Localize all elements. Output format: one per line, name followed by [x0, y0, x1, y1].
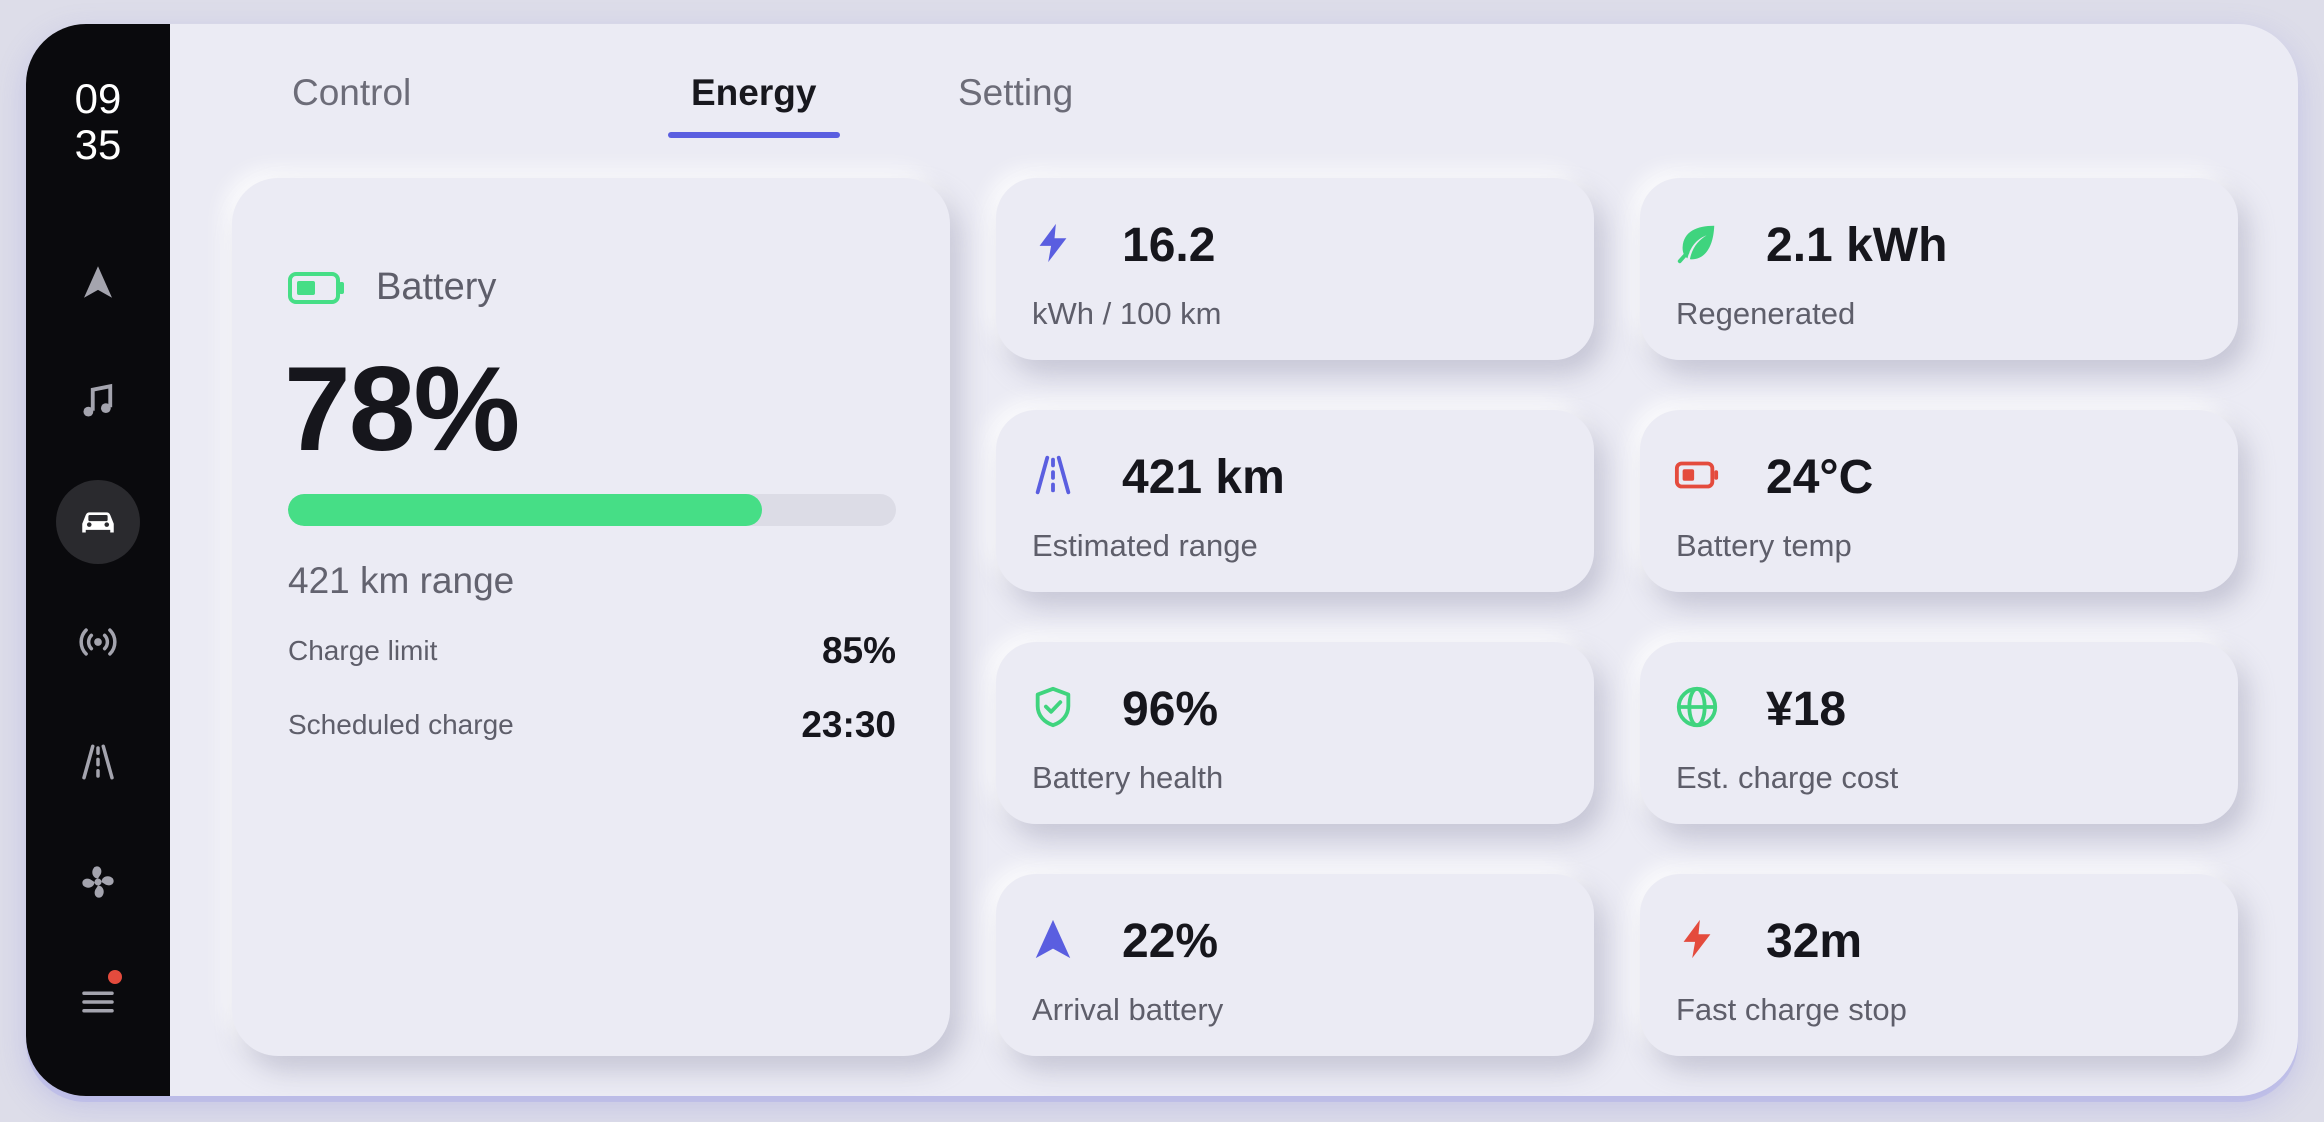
- sidebar-item-connectivity[interactable]: [56, 600, 140, 684]
- stat-value: 32m: [1766, 915, 1863, 968]
- battery-card: Battery 78% 421 km range Charge limit 85…: [232, 178, 950, 1056]
- tab-setting[interactable]: Setting: [958, 72, 1073, 114]
- lightning-icon: [1030, 220, 1076, 266]
- battery-progress-fill: [288, 494, 763, 526]
- stat-value: 22%: [1122, 915, 1219, 968]
- sidebar-item-climate[interactable]: [56, 840, 140, 924]
- stat-card-battery-health[interactable]: 96% Battery health: [996, 642, 1594, 824]
- stat-value: ¥18: [1766, 683, 1847, 736]
- charge-limit-value: 85%: [821, 630, 896, 671]
- stat-label: Estimated range: [1032, 528, 1258, 563]
- stat-value: 16.2: [1122, 219, 1216, 272]
- lightning-icon: [1674, 916, 1720, 962]
- shield-check-icon: [1030, 684, 1076, 730]
- menu-icon: [82, 991, 114, 1013]
- stat-label: Battery health: [1032, 760, 1224, 795]
- stat-card-range[interactable]: 421 km Estimated range: [996, 410, 1594, 592]
- navigation-arrow-icon: [1030, 916, 1076, 962]
- sidebar-item-music[interactable]: [56, 360, 140, 444]
- battery-title: Battery: [376, 266, 497, 308]
- active-tab-indicator: [668, 132, 840, 138]
- stat-card-consumption[interactable]: 16.2 kWh / 100 km: [996, 178, 1594, 360]
- car-icon: [82, 512, 114, 533]
- fan-icon: [82, 866, 114, 898]
- clock: 09 35: [26, 76, 170, 168]
- stat-card-fast-charge[interactable]: 32m Fast charge stop: [1640, 874, 2238, 1056]
- sidebar-item-car[interactable]: [56, 480, 140, 564]
- stat-label: Regenerated: [1676, 296, 1856, 331]
- tab-control[interactable]: Control: [292, 72, 411, 114]
- stat-card-battery-temp[interactable]: 24°C Battery temp: [1640, 410, 2238, 592]
- music-note-icon: [83, 383, 113, 417]
- stat-value: 421 km: [1122, 451, 1285, 504]
- battery-card-header: Battery: [288, 266, 496, 309]
- stat-value: 24°C: [1766, 451, 1874, 504]
- stat-card-regenerated[interactable]: 2.1 kWh Regenerated: [1640, 178, 2238, 360]
- clock-minute: 35: [74, 121, 122, 168]
- sidebar-item-menu[interactable]: [56, 960, 140, 1044]
- tab-energy[interactable]: Energy: [691, 72, 816, 114]
- battery-icon: [1674, 452, 1720, 498]
- road-icon: [1030, 452, 1076, 498]
- stat-label: Battery temp: [1676, 528, 1852, 563]
- tab-bar: Control Energy Setting: [170, 24, 1073, 154]
- stat-card-charge-cost[interactable]: ¥18 Est. charge cost: [1640, 642, 2238, 824]
- sidebar-item-road[interactable]: [56, 720, 140, 804]
- stat-label: kWh / 100 km: [1032, 296, 1222, 331]
- battery-range: 421 km range: [288, 560, 515, 601]
- scheduled-charge-label: Scheduled charge: [288, 709, 514, 740]
- dashboard-screen: 09 35 Control Energy Setting Battery 78%…: [26, 24, 2298, 1096]
- stat-card-arrival-battery[interactable]: 22% Arrival battery: [996, 874, 1594, 1056]
- charge-limit-row[interactable]: Charge limit 85%: [288, 630, 896, 672]
- battery-progress-bar: [288, 494, 896, 526]
- stat-value: 2.1 kWh: [1766, 219, 1948, 272]
- radio-signal-icon: [79, 628, 117, 656]
- notification-badge: [108, 970, 122, 984]
- navigation-arrow-icon: [84, 266, 112, 298]
- leaf-icon: [1674, 220, 1720, 266]
- scheduled-charge-row[interactable]: Scheduled charge 23:30: [288, 704, 896, 746]
- sidebar: 09 35: [26, 24, 170, 1096]
- stat-label: Fast charge stop: [1676, 992, 1907, 1027]
- globe-icon: [1674, 684, 1720, 730]
- stat-label: Est. charge cost: [1676, 760, 1899, 795]
- stat-value: 96%: [1122, 683, 1219, 736]
- scheduled-charge-value: 23:30: [801, 704, 896, 745]
- clock-hour: 09: [74, 75, 122, 122]
- sidebar-item-navigation[interactable]: [56, 240, 140, 324]
- charge-limit-label: Charge limit: [288, 635, 438, 666]
- road-icon: [82, 744, 114, 780]
- battery-icon: [288, 271, 344, 304]
- stat-label: Arrival battery: [1032, 992, 1224, 1027]
- battery-percent: 78%: [284, 342, 520, 476]
